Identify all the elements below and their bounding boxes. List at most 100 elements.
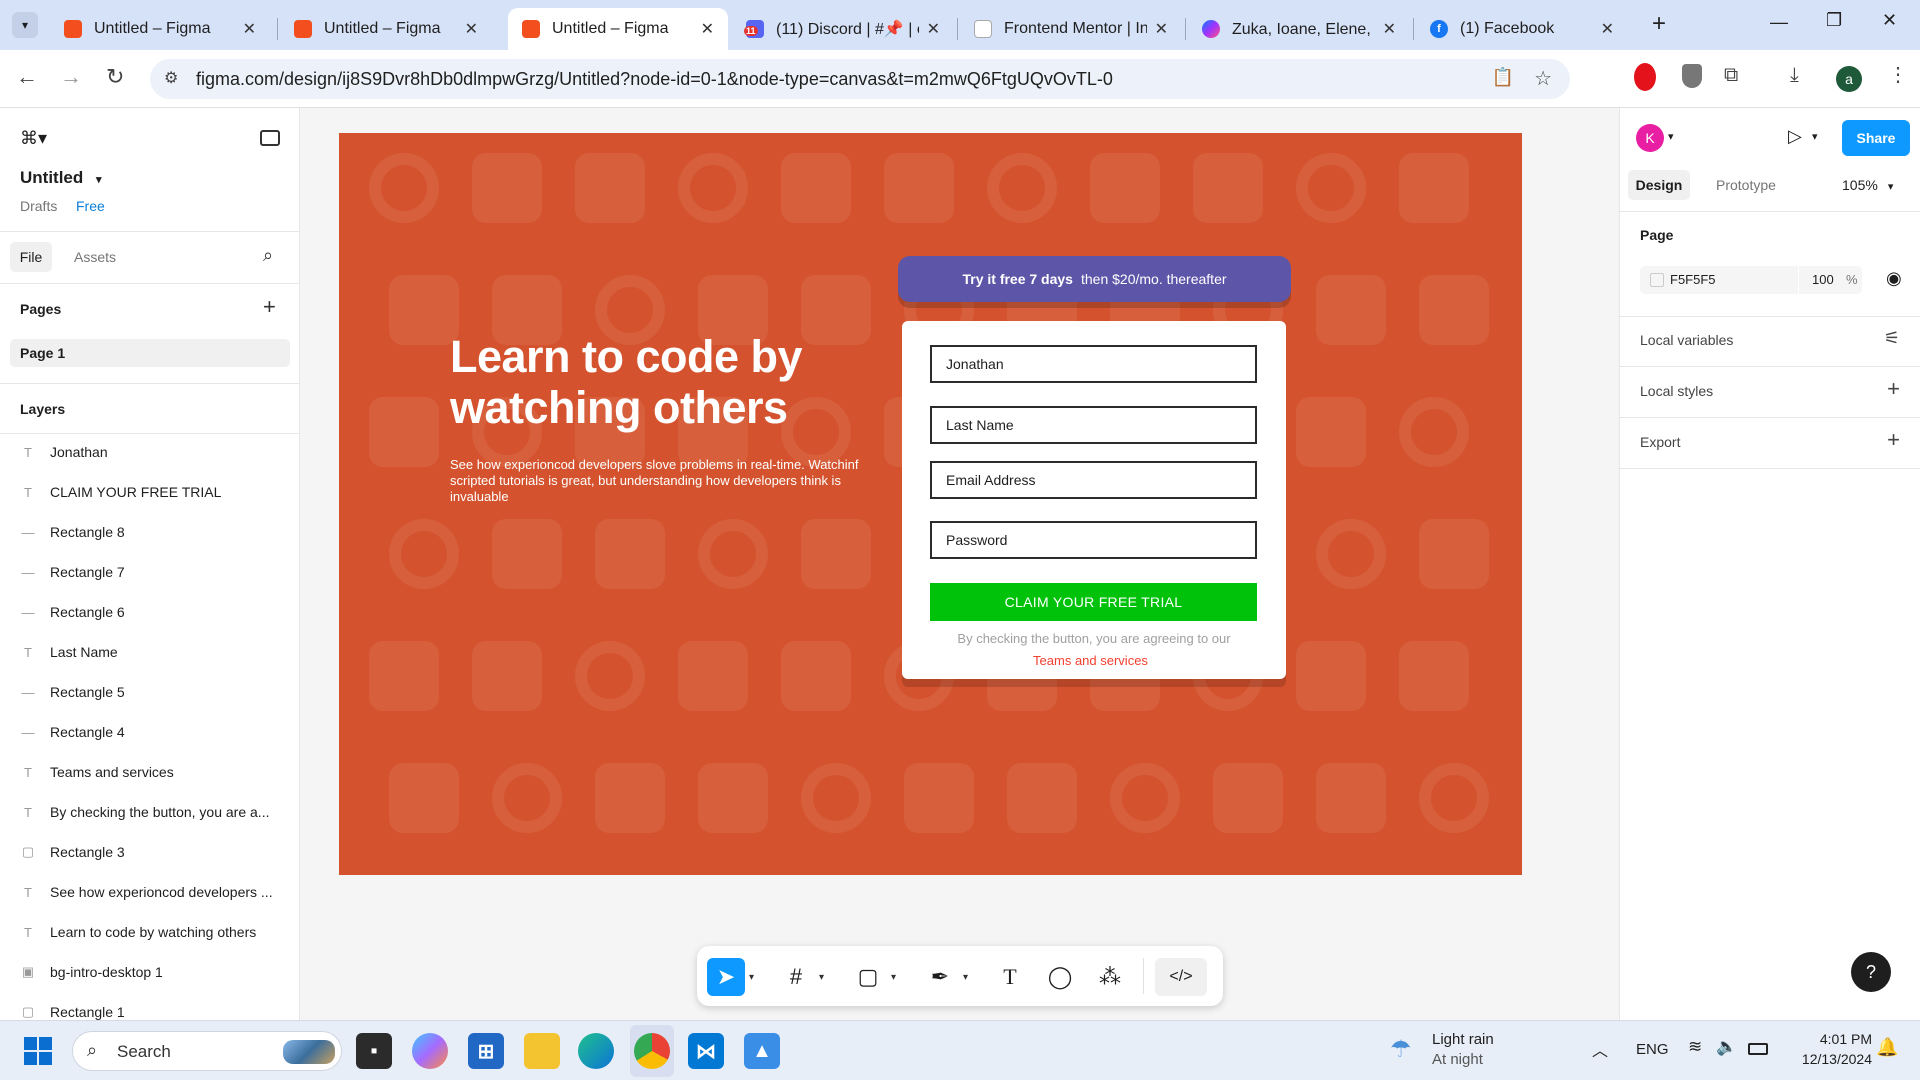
tab-discord[interactable]: 11 (11) Discord | #📌 | c ✕ bbox=[732, 8, 954, 50]
export-label[interactable]: Export bbox=[1640, 434, 1680, 450]
user-avatar[interactable]: K bbox=[1636, 124, 1664, 152]
text-tool-icon[interactable]: T bbox=[991, 958, 1029, 996]
layer-row[interactable]: T Last Name bbox=[20, 637, 285, 667]
local-styles-label[interactable]: Local styles bbox=[1640, 383, 1713, 399]
notification-bell-icon[interactable]: 🔔 bbox=[1876, 1037, 1898, 1058]
page-color-hex[interactable]: F5F5F5 bbox=[1670, 272, 1716, 287]
figma-menu-icon[interactable]: ⌘▾ bbox=[20, 128, 47, 149]
task-view-icon[interactable]: ▪ bbox=[356, 1033, 392, 1069]
close-tab-icon[interactable]: ✕ bbox=[243, 19, 256, 39]
pen-tool-icon[interactable]: ✒ bbox=[921, 958, 959, 996]
bookmark-star-icon[interactable]: ☆ bbox=[1534, 66, 1552, 91]
comment-tool-icon[interactable]: ◯ bbox=[1041, 958, 1079, 996]
present-play-icon[interactable]: ▷ bbox=[1788, 126, 1802, 147]
terms-link[interactable]: Teams and services bbox=[902, 653, 1279, 668]
local-variables-label[interactable]: Local variables bbox=[1640, 332, 1733, 348]
email-field[interactable]: Email Address bbox=[930, 461, 1257, 499]
move-tool-icon[interactable]: ➤ bbox=[707, 958, 745, 996]
clipboard-icon[interactable]: 📋 bbox=[1492, 67, 1514, 88]
add-export-icon[interactable]: + bbox=[1887, 427, 1900, 453]
download-icon[interactable]: ⤓ bbox=[1790, 64, 1799, 87]
language-indicator[interactable]: ENG bbox=[1636, 1041, 1669, 1058]
first-name-field[interactable]: Jonathan bbox=[930, 345, 1257, 383]
tab-search-button[interactable]: ▾ bbox=[12, 12, 38, 38]
tab-figma-2[interactable]: Untitled – Figma ✕ bbox=[280, 8, 492, 50]
resources-tool-icon[interactable]: ⁂ bbox=[1091, 958, 1129, 996]
claim-trial-button[interactable]: CLAIM YOUR FREE TRIAL bbox=[930, 583, 1257, 621]
close-tab-icon[interactable]: ✕ bbox=[465, 19, 478, 39]
extensions-icon[interactable]: ⧉ bbox=[1724, 64, 1738, 87]
clock-time[interactable]: 4:01 PM bbox=[1792, 1031, 1872, 1047]
back-icon[interactable]: ← bbox=[16, 64, 38, 90]
url-text[interactable]: figma.com/design/ij8S9Dvr8hDb0dlmpwGrzg/… bbox=[196, 69, 1113, 90]
minimize-icon[interactable]: — bbox=[1770, 12, 1788, 33]
vscode-icon[interactable]: ⋈ bbox=[688, 1033, 724, 1069]
site-info-icon[interactable]: ⚙ bbox=[164, 68, 178, 88]
layer-row[interactable]: — Rectangle 6 bbox=[20, 597, 285, 627]
promo-banner[interactable]: Try it free 7 days then $20/mo. thereaft… bbox=[898, 256, 1291, 302]
layer-row[interactable]: T Learn to code by watching others bbox=[20, 917, 285, 947]
chevron-down-icon[interactable]: ▾ bbox=[891, 972, 896, 983]
tab-prototype[interactable]: Prototype bbox=[1716, 177, 1776, 193]
omnibox[interactable]: ⚙ figma.com/design/ij8S9Dvr8hDb0dlmpwGrz… bbox=[150, 59, 1570, 99]
layer-row[interactable]: ▢ Rectangle 3 bbox=[20, 837, 285, 867]
page-item-page-1[interactable]: Page 1 bbox=[10, 339, 290, 367]
reload-icon[interactable]: ↻ bbox=[106, 64, 124, 90]
close-tab-icon[interactable]: ✕ bbox=[1383, 19, 1396, 39]
search-icon[interactable]: ⌕ bbox=[263, 245, 273, 266]
chevron-up-icon[interactable]: ︿ bbox=[1592, 1037, 1608, 1061]
tab-facebook[interactable]: f (1) Facebook ✕ bbox=[1416, 8, 1628, 50]
opera-extension-icon[interactable] bbox=[1634, 63, 1656, 91]
plan-badge[interactable]: Free bbox=[76, 198, 105, 214]
layer-row[interactable]: ▣ bg-intro-desktop 1 bbox=[20, 957, 285, 987]
layer-row[interactable]: T CLAIM YOUR FREE TRIAL bbox=[20, 477, 285, 507]
chevron-down-icon[interactable]: ▾ bbox=[749, 972, 754, 983]
page-opacity-value[interactable]: 100 bbox=[1812, 272, 1834, 287]
windows-start-icon[interactable] bbox=[24, 1037, 52, 1065]
add-style-icon[interactable]: + bbox=[1887, 376, 1900, 402]
layer-row[interactable]: T Jonathan bbox=[20, 437, 285, 467]
password-field[interactable]: Password bbox=[930, 521, 1257, 559]
hero-subtext[interactable]: See how experioncod developers slove pro… bbox=[450, 457, 860, 505]
copilot-icon[interactable] bbox=[412, 1033, 448, 1069]
layer-row[interactable]: T By checking the button, you are a... bbox=[20, 797, 285, 827]
file-explorer-icon[interactable] bbox=[524, 1033, 560, 1069]
help-icon[interactable]: ? bbox=[1851, 952, 1891, 992]
zoom-level[interactable]: 105% ▾ bbox=[1842, 177, 1893, 193]
chevron-down-icon[interactable]: ▾ bbox=[819, 972, 824, 983]
close-tab-icon[interactable]: ✕ bbox=[927, 19, 940, 39]
tab-frontend-mentor[interactable]: Frontend Mentor | In ✕ bbox=[960, 8, 1182, 50]
layer-row[interactable]: T Teams and services bbox=[20, 757, 285, 787]
chevron-down-icon[interactable]: ▾ bbox=[963, 972, 968, 983]
layer-row[interactable]: — Rectangle 8 bbox=[20, 517, 285, 547]
tab-file[interactable]: File bbox=[10, 242, 52, 272]
layer-row[interactable]: T See how experioncod developers ... bbox=[20, 877, 285, 907]
shield-extension-icon[interactable] bbox=[1682, 64, 1702, 88]
chevron-down-icon[interactable]: ▾ bbox=[1668, 130, 1674, 143]
page-color-field[interactable]: F5F5F5 100 % bbox=[1640, 266, 1862, 294]
photos-icon[interactable]: ▲ bbox=[744, 1033, 780, 1069]
close-tab-icon[interactable]: ✕ bbox=[701, 19, 714, 39]
forward-icon[interactable]: → bbox=[60, 64, 82, 90]
profile-avatar[interactable]: a bbox=[1836, 66, 1862, 92]
edge-icon[interactable] bbox=[578, 1033, 614, 1069]
hero-headline[interactable]: Learn to code by watching others bbox=[450, 331, 850, 433]
battery-icon[interactable] bbox=[1748, 1043, 1768, 1055]
close-tab-icon[interactable]: ✕ bbox=[1601, 19, 1614, 39]
wifi-icon[interactable]: ≋ bbox=[1688, 1037, 1702, 1057]
eye-icon[interactable]: ◉ bbox=[1886, 268, 1902, 289]
toggle-sidebar-icon[interactable] bbox=[260, 130, 280, 146]
signup-card[interactable]: Jonathan Last Name Email Address Passwor… bbox=[902, 321, 1286, 679]
close-window-icon[interactable]: ✕ bbox=[1882, 10, 1897, 31]
layer-row[interactable]: — Rectangle 5 bbox=[20, 677, 285, 707]
layer-row[interactable]: — Rectangle 7 bbox=[20, 557, 285, 587]
sliders-icon[interactable]: ⚟ bbox=[1884, 328, 1900, 349]
restore-icon[interactable]: ❐ bbox=[1826, 10, 1842, 31]
tab-figma-1[interactable]: Untitled – Figma ✕ bbox=[50, 8, 270, 50]
last-name-field[interactable]: Last Name bbox=[930, 406, 1257, 444]
clock-date[interactable]: 12/13/2024 bbox=[1782, 1051, 1872, 1067]
rectangle-tool-icon[interactable]: ▢ bbox=[849, 958, 887, 996]
weather-title[interactable]: Light rain bbox=[1432, 1031, 1494, 1048]
tab-assets[interactable]: Assets bbox=[74, 249, 116, 265]
browser-menu-icon[interactable]: ⋮ bbox=[1888, 62, 1908, 87]
